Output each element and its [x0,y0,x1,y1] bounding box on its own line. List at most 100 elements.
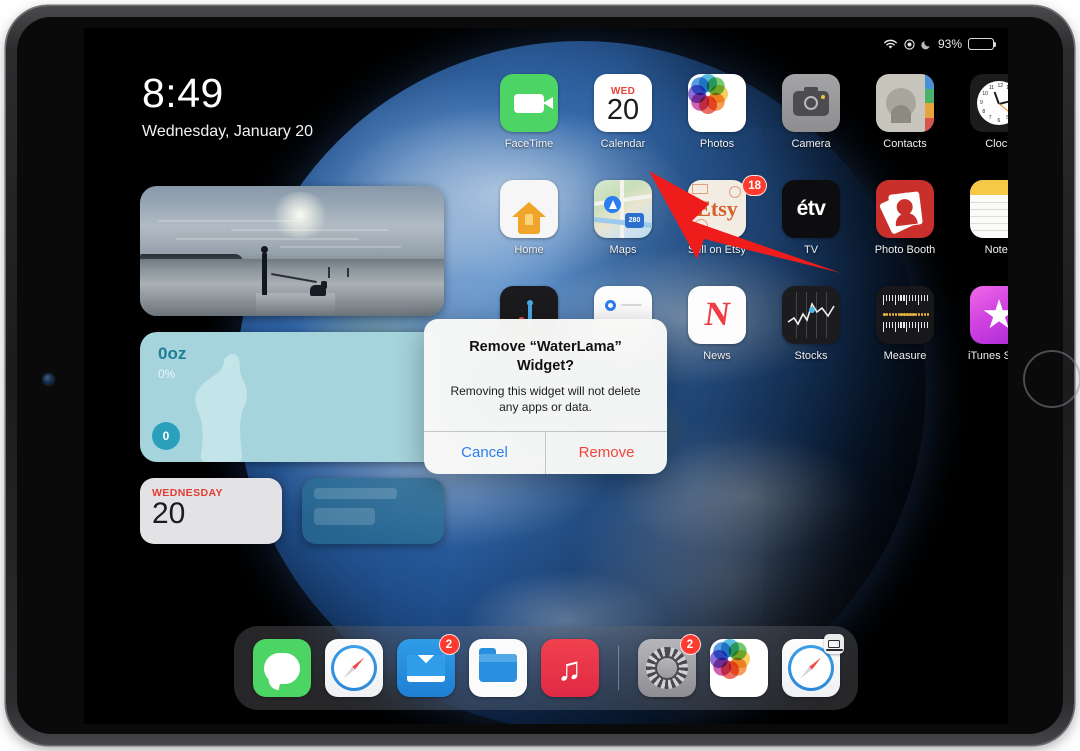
ipad-screen: 93% 8:49 Wednesday, January 20 0oz 0% 0 … [84,28,1008,724]
dock-recent-apps: 2 [637,634,844,697]
app-facetime-icon[interactable]: FaceTime [484,74,574,150]
calendar-widget[interactable]: WEDNESDAY 20 [140,478,282,544]
ruler-tick [912,295,914,301]
waterlama-count-badge[interactable]: 0 [152,422,180,450]
photos-icon[interactable] [709,639,768,697]
dock: 2 ♫ 2 [234,626,858,710]
highway-shield-glyph: 280 [625,213,644,228]
clock-hour-number: 6 [997,117,1001,124]
app-apple-tv-icon[interactable]: étv TV [766,180,856,256]
remove-button[interactable]: Remove [546,432,667,474]
music-note-glyph: ♫ [557,649,582,687]
app-notes-icon[interactable]: Notes [954,180,1008,256]
waterlama-percent: 0% [158,367,176,381]
app-calendar-icon[interactable]: WED 20 Calendar [578,74,668,150]
ruler-tick [900,295,902,301]
app-blank-icon [766,392,856,468]
measure-icon[interactable] [876,286,934,344]
camera-icon[interactable] [782,74,840,132]
clock-time: 8:49 [142,70,224,116]
notes-icon[interactable] [970,180,1008,238]
calendar-day-glyph: 20 [606,94,640,126]
messages-icon[interactable] [252,639,311,697]
app-label: FaceTime [504,138,554,150]
app-contacts-icon[interactable]: Contacts [860,74,950,150]
cancel-button[interactable]: Cancel [424,431,546,474]
app-label: Camera [791,138,831,150]
app-news-icon[interactable]: N News [672,286,762,362]
photos-petal [728,642,747,661]
photos-widget[interactable] [140,186,444,316]
wifi-icon [883,39,898,50]
dock-app-messages-icon[interactable] [252,639,311,697]
facetime-icon[interactable] [500,74,558,132]
ruler-tick [883,295,885,305]
files-icon[interactable] [468,639,527,697]
news-n-glyph: N [702,296,732,333]
notification-badge: 18 [742,175,767,196]
app-photo-booth-icon[interactable]: Photo Booth [860,180,950,256]
ruler-tick [903,295,905,301]
apple-tv-wordmark-glyph: étv [796,197,826,220]
dialog-title: Remove “WaterLama” Widget? [469,339,622,375]
dock-app-mail-icon[interactable]: 2 [396,634,460,697]
clock-icon[interactable]: 123456789101112 [970,74,1008,132]
camera-body-glyph [793,86,829,116]
app-clock-icon[interactable]: 123456789101112Clock [954,74,1008,150]
app-itunes-store-icon[interactable]: ★ iTunes Store [954,286,1008,362]
safari-icon[interactable] [324,639,383,697]
photo-sun [270,192,329,238]
dock-app-settings-gear-icon[interactable]: 2 [637,634,701,697]
lock-clock-block: 8:49 Wednesday, January 20 [142,73,313,141]
app-photos-icon[interactable]: Photos [672,74,762,150]
notification-badge: 2 [438,634,460,655]
etsy-wordmark-glyph: Etsy [696,196,738,221]
app-camera-icon[interactable]: Camera [766,74,856,150]
dock-app-safari-handoff-icon[interactable] [781,634,844,697]
ruler-tick [891,295,893,301]
stocks-icon[interactable] [782,286,840,344]
contacts-icon[interactable] [876,74,934,132]
app-label: Measure [883,350,927,362]
calendar-icon[interactable]: WED 20 [594,74,652,132]
app-blank-icon [672,392,762,468]
photo-booth-icon[interactable] [876,180,934,238]
dock-app-music-icon[interactable]: ♫ [540,639,599,697]
maps-icon[interactable]: 280 [594,180,652,238]
battery-percent-label: 93% [937,37,962,51]
placeholder-widget[interactable] [302,478,444,544]
app-measure-icon[interactable]: Measure [860,286,950,362]
clock-hour-number: 5 [1006,115,1008,122]
app-maps-icon[interactable]: 280 Maps [578,180,668,256]
apple-tv-icon[interactable]: étv [782,180,840,238]
dock-app-files-icon[interactable] [468,639,527,697]
music-icon[interactable]: ♫ [540,639,599,697]
ruler-tick [894,295,896,305]
bottom-widget-row: WEDNESDAY 20 [140,478,450,544]
home-icon[interactable] [500,180,558,238]
waterlama-widget[interactable]: 0oz 0% 0 [140,332,444,462]
remove-widget-dialog: Remove “WaterLama” Widget? Removing this… [424,319,667,474]
dock-app-safari-icon[interactable] [324,639,383,697]
news-icon[interactable]: N [688,286,746,344]
battery-icon [968,38,997,50]
app-label: Sell on Etsy [687,244,747,256]
app-stocks-icon[interactable]: Stocks [766,286,856,362]
app-label: Maps [609,244,637,256]
etsy-icon[interactable]: Etsy [688,180,746,238]
stocks-line-glyph [787,302,835,326]
ruler-tick [917,295,920,305]
app-label: iTunes Store [968,350,1008,362]
ruler-tick [923,295,925,301]
app-label: Calendar [600,138,646,150]
gear-glyph [645,647,688,689]
dock-divider [617,646,619,690]
ruler-tick [897,295,899,301]
home-button[interactable] [1023,350,1080,408]
app-blank-icon [860,392,950,468]
app-home-icon[interactable]: Home [484,180,574,256]
photos-icon[interactable] [688,74,746,132]
dock-app-photos-icon[interactable] [709,639,768,697]
itunes-store-icon[interactable]: ★ [970,286,1008,344]
app-etsy-icon[interactable]: 18 Etsy Sell on Etsy [672,175,767,256]
